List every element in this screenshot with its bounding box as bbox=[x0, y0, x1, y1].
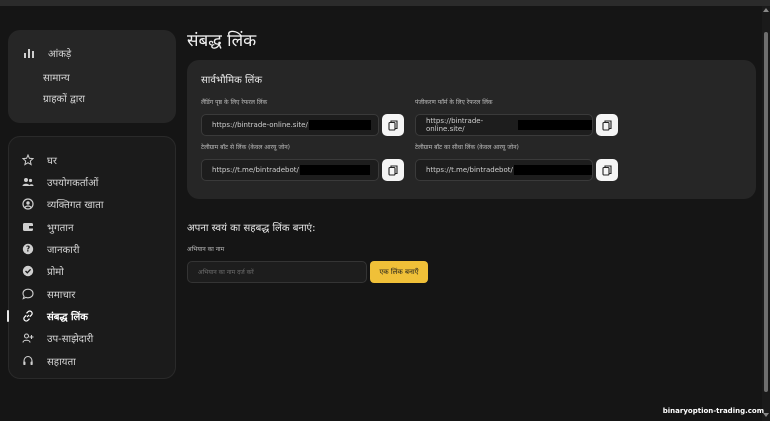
redacted-block bbox=[308, 120, 371, 130]
landing-link-label: लैंडिंग पृष्ठ के लिए रेफरल लिंक bbox=[201, 99, 268, 106]
sidebar-item-label: जानकारी bbox=[47, 245, 80, 256]
sidebar-item-label: भुगतान bbox=[47, 223, 74, 234]
wallet-icon bbox=[21, 220, 35, 234]
redacted-block bbox=[517, 120, 592, 130]
sidebar-item-home[interactable]: घर bbox=[21, 153, 57, 167]
landing-link-field[interactable]: https://bintrade-online.site/ bbox=[201, 114, 379, 136]
sidebar-item-payments[interactable]: भुगतान bbox=[21, 220, 74, 234]
universal-links-panel: सार्वभौमिक लिंक लैंडिंग पृष्ठ के लिए रेफ… bbox=[187, 60, 756, 199]
sidebar-item-label: समाचार bbox=[47, 290, 76, 301]
copy-telegram-link-button[interactable] bbox=[382, 159, 404, 181]
stats-card: आंकड़े सामान्य ग्राहकों द्वारा bbox=[8, 30, 176, 123]
link-url: https://t.me/bintradebot/ bbox=[212, 166, 299, 174]
link-icon bbox=[21, 309, 35, 323]
sidebar-item-label: संबद्ध लिंक bbox=[47, 312, 88, 323]
copy-telegram-direct-link-button[interactable] bbox=[596, 159, 618, 181]
user-plus-icon bbox=[21, 331, 35, 345]
sidebar-item-info[interactable]: ? जानकारी bbox=[21, 242, 80, 256]
telegram-direct-link-field[interactable]: https://t.me/bintradebot/ bbox=[415, 159, 593, 181]
sidebar-item-label: सहायता bbox=[47, 357, 76, 368]
campaign-name-label: अभियान का नाम bbox=[187, 246, 225, 253]
link-url: https://bintrade-online.site/ bbox=[212, 121, 308, 129]
sidebar-item-by-clients[interactable]: ग्राहकों द्वारा bbox=[43, 91, 85, 105]
main-nav-card: घर उपयोगकर्ताओं व्यक्तिगत खाता भुगतान ? … bbox=[8, 136, 176, 379]
svg-text:?: ? bbox=[26, 245, 30, 254]
sidebar-item-general[interactable]: सामान्य bbox=[43, 70, 70, 84]
chat-icon bbox=[21, 287, 35, 301]
copy-icon bbox=[602, 119, 612, 131]
copy-icon bbox=[602, 164, 612, 176]
active-indicator bbox=[7, 310, 9, 322]
create-link-button[interactable]: एक लिंक बनाएँ bbox=[370, 261, 428, 283]
sidebar-item-promo[interactable]: प्रोमो bbox=[21, 264, 64, 278]
sidebar-item-label: प्रोमो bbox=[47, 267, 64, 278]
copy-landing-link-button[interactable] bbox=[382, 114, 404, 136]
user-circle-icon bbox=[21, 197, 35, 211]
sidebar-item-sub-partners[interactable]: उप-साझेदारी bbox=[21, 331, 93, 345]
registration-link-label: पंजीकरण फॉर्म के लिए रेफरल लिंक bbox=[415, 99, 493, 106]
sidebar-item-users[interactable]: उपयोगकर्ताओं bbox=[21, 175, 98, 189]
create-link-title: अपना स्वयं का सहबद्ध लिंक बनाएं: bbox=[187, 223, 316, 234]
sidebar-item-label: सामान्य bbox=[43, 73, 70, 84]
check-badge-icon bbox=[21, 264, 35, 278]
campaign-name-input[interactable] bbox=[187, 261, 367, 283]
sidebar-item-label: आंकड़े bbox=[48, 49, 72, 60]
sidebar-item-affiliate-links[interactable]: संबद्ध लिंक bbox=[21, 309, 88, 323]
copy-icon bbox=[388, 164, 398, 176]
sidebar-item-label: घर bbox=[47, 156, 57, 167]
scrollbar[interactable] bbox=[762, 6, 770, 421]
telegram-link-label: टेलीग्राम बॉट से लिंक (केवल आरयू जोन) bbox=[201, 144, 291, 151]
scroll-up-arrow-icon[interactable] bbox=[763, 8, 769, 12]
page-title: संबद्ध लिंक bbox=[187, 31, 257, 51]
sidebar-item-support[interactable]: सहायता bbox=[21, 354, 76, 368]
sidebar-item-label: ग्राहकों द्वारा bbox=[43, 94, 86, 105]
sidebar-item-account[interactable]: व्यक्तिगत खाता bbox=[21, 197, 103, 211]
link-url: https://bintrade-online.site/ bbox=[426, 117, 484, 133]
users-icon bbox=[21, 175, 35, 189]
telegram-link-field[interactable]: https://t.me/bintradebot/ bbox=[201, 159, 379, 181]
redacted-block bbox=[513, 165, 592, 175]
registration-link-field[interactable]: https://bintrade-online.site/ bbox=[415, 114, 593, 136]
scrollbar-thumb[interactable] bbox=[764, 32, 768, 392]
link-url: https://t.me/bintradebot/ bbox=[426, 166, 513, 174]
sidebar-item-label: व्यक्तिगत खाता bbox=[47, 200, 104, 211]
watermark: binaryoption-trading.com bbox=[662, 407, 764, 415]
copy-icon bbox=[388, 119, 398, 131]
redacted-block bbox=[299, 165, 370, 175]
telegram-direct-link-label: टेलीग्राम बॉट का सीधा लिंक (केवल आरयू जो… bbox=[415, 144, 519, 151]
sidebar-item-label: उपयोगकर्ताओं bbox=[47, 178, 99, 189]
copy-registration-link-button[interactable] bbox=[596, 114, 618, 136]
sidebar-item-news[interactable]: समाचार bbox=[21, 287, 75, 301]
bar-chart-icon bbox=[22, 46, 36, 60]
panel-title: सार्वभौमिक लिंक bbox=[201, 75, 263, 86]
star-icon bbox=[21, 153, 35, 167]
headset-icon bbox=[21, 354, 35, 368]
sidebar-item-stats[interactable]: आंकड़े bbox=[22, 46, 71, 60]
help-icon: ? bbox=[21, 242, 35, 256]
sidebar-item-label: उप-साझेदारी bbox=[47, 334, 94, 345]
top-bar bbox=[0, 0, 770, 6]
